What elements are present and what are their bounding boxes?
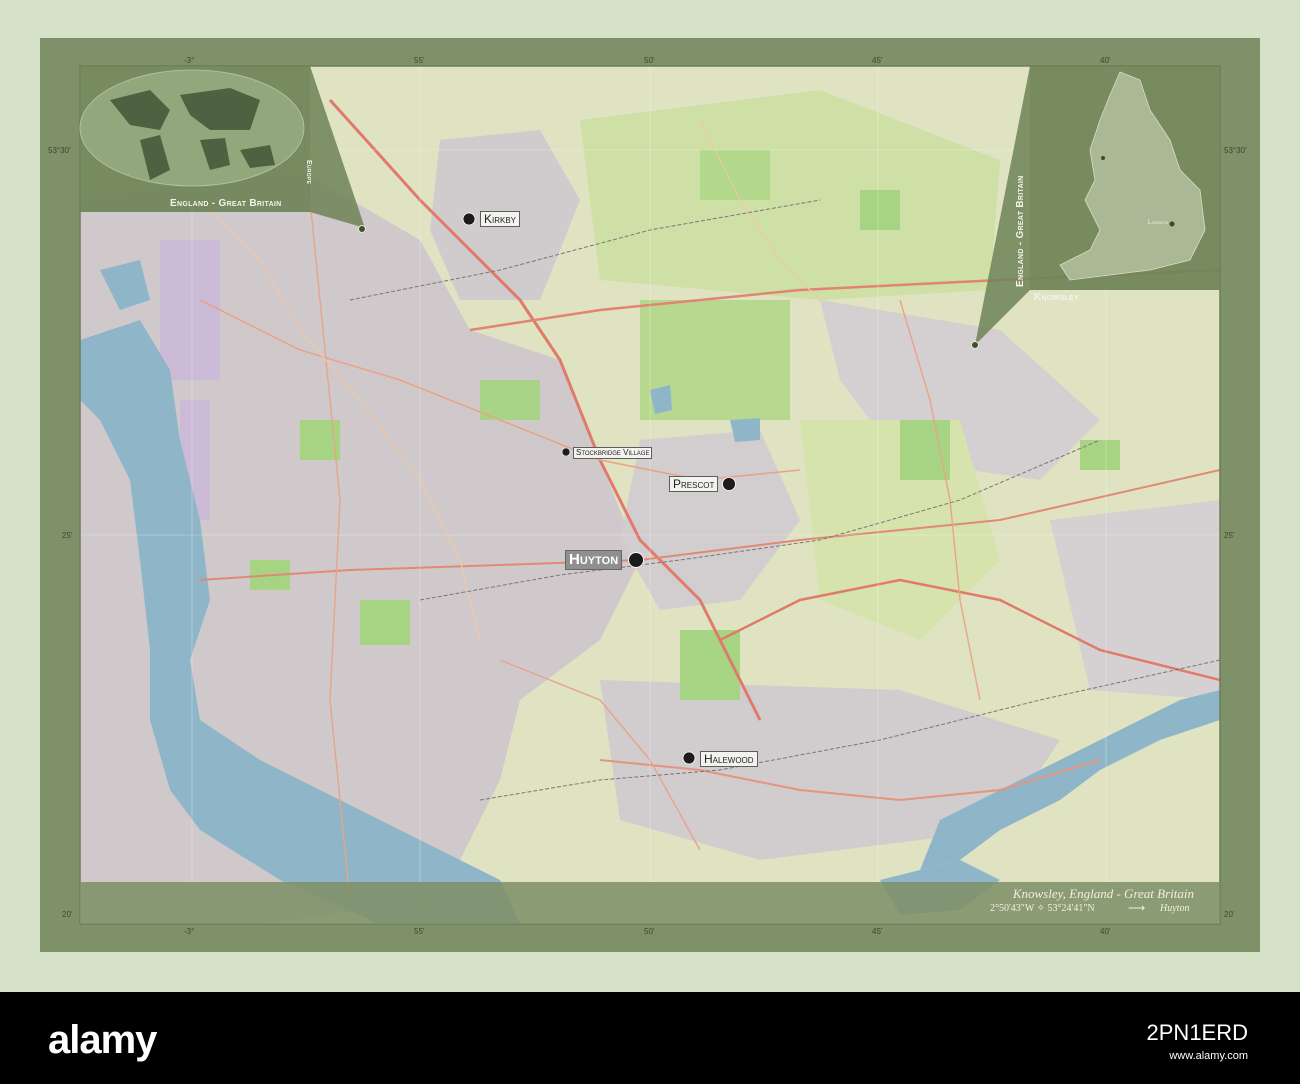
inset-country-city-label: London — [1148, 220, 1169, 226]
grid-label-lat-upper-left: 53°30' — [48, 146, 71, 155]
inset-country-marker — [971, 341, 979, 349]
grid-label-lon-bottom-left: -3° — [184, 927, 195, 936]
park-6 — [700, 150, 770, 200]
park-3 — [480, 380, 540, 420]
park-9 — [1080, 440, 1120, 470]
inset-country-region-label: Knowsley — [1034, 292, 1080, 303]
place-dot-prescot — [722, 477, 736, 491]
place-dot-halewood — [682, 751, 696, 765]
inset-world-label: England - Great Britain — [170, 198, 282, 209]
watermark-band — [0, 992, 1300, 1084]
watermark-logo: alamy — [48, 1018, 157, 1062]
grid-label-lon-top-45: 45' — [872, 56, 883, 65]
map-title: Knowsley, England - Great Britain — [1012, 886, 1194, 901]
watermark-url: www.alamy.com — [1169, 1050, 1248, 1062]
grid-label-lon-top-55: 55' — [414, 56, 425, 65]
grid-label-lon-top-left: -3° — [184, 56, 195, 65]
grid-label-lon-bottom-55: 55' — [414, 927, 425, 936]
docks-north — [160, 240, 220, 380]
inset-country-highlight — [1101, 156, 1105, 160]
inset-country-london-dot — [1169, 221, 1175, 227]
place-dot-huyton — [628, 552, 644, 568]
grid-label-lon-bottom-45: 45' — [872, 927, 883, 936]
place-dot-stockbridge — [561, 447, 571, 457]
grid-label-lon-top-right: 40' — [1100, 56, 1111, 65]
grid-label-lon-bottom-right: 40' — [1100, 927, 1111, 936]
inset-country-side-text: England - Great Britain — [1015, 175, 1026, 287]
grid-label-lat-upper-right: 53°30' — [1224, 146, 1247, 155]
capital-arrow-icon: ⟶ — [1128, 901, 1146, 915]
grid-label-lat-mid-right: 25' — [1224, 531, 1235, 540]
map-canvas[interactable] — [0, 0, 1300, 992]
grid-label-lat-lower-left: 20' — [62, 910, 73, 919]
place-label-kirkby[interactable]: Kirkby — [480, 211, 521, 227]
grid-label-lat-lower-right: 20' — [1224, 910, 1235, 919]
inset-world-continent-label: Europe — [305, 160, 312, 185]
capital-name: Huyton — [1160, 903, 1190, 914]
place-dot-kirkby — [462, 212, 476, 226]
park-5 — [900, 420, 950, 480]
place-label-halewood[interactable]: Halewood — [700, 751, 758, 767]
park-2 — [360, 600, 410, 645]
inset-world-globe — [79, 69, 305, 187]
park-7 — [860, 190, 900, 230]
place-label-stockbridge[interactable]: Stockbridge Village — [573, 447, 653, 459]
grid-label-lon-top-mid: 50' — [644, 56, 655, 65]
capital-coordinates: 2°50'43"W ✧ 53°24'41"N — [990, 903, 1095, 914]
inset-world-marker — [358, 225, 366, 233]
place-label-huyton[interactable]: Huyton — [565, 550, 623, 570]
grid-label-lat-mid-left: 25' — [62, 531, 73, 540]
place-label-prescot[interactable]: Prescot — [669, 476, 719, 492]
watermark-image-id: 2PN1ERD — [1146, 1020, 1248, 1045]
lake-2 — [730, 418, 760, 442]
grid-label-lon-bottom-mid: 50' — [644, 927, 655, 936]
